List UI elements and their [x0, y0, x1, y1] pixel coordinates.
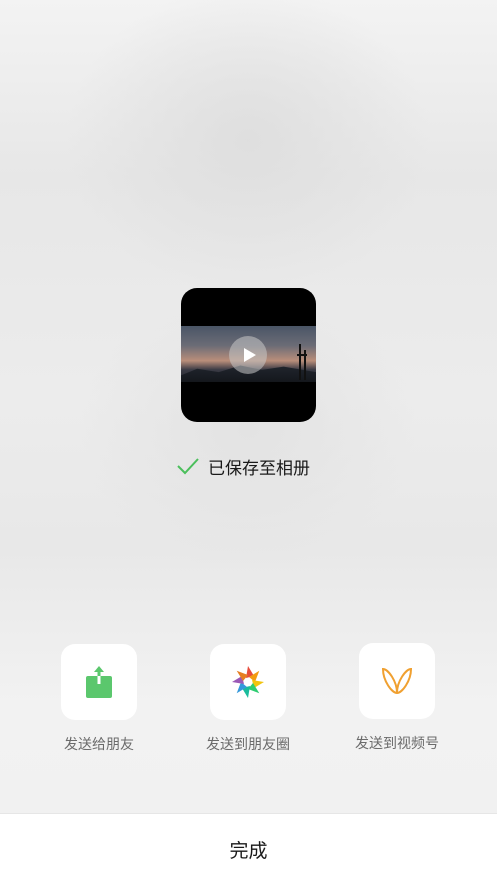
play-button[interactable] [229, 336, 267, 374]
send-to-moments-label: 发送到朋友圈 [206, 737, 290, 753]
done-button[interactable]: 完成 [0, 814, 497, 884]
send-to-friend-action[interactable]: 发送给朋友 [49, 644, 149, 754]
saved-status-text: 已保存至相册 [208, 458, 310, 479]
send-to-channels-label: 发送到视频号 [355, 736, 439, 752]
send-to-friend-label: 发送给朋友 [64, 737, 134, 753]
check-icon [177, 458, 199, 475]
share-actions: 发送给朋友 发送到朋友圈 发送到视频号 [0, 643, 497, 764]
send-to-channels-tile[interactable] [359, 643, 435, 719]
send-to-moments-action[interactable]: 发送到朋友圈 [198, 644, 298, 754]
tower-silhouette [297, 344, 307, 380]
share-icon [86, 666, 112, 698]
moments-aperture-icon [232, 666, 264, 698]
send-to-channels-action[interactable]: 发送到视频号 [347, 643, 447, 753]
video-thumbnail[interactable] [181, 288, 316, 422]
send-to-friend-tile[interactable] [61, 644, 137, 720]
channels-icon [381, 667, 413, 695]
bottom-sheet: 完成 [0, 813, 497, 884]
send-to-moments-tile[interactable] [210, 644, 286, 720]
play-icon [243, 348, 256, 362]
saved-status: 已保存至相册 [176, 452, 310, 480]
